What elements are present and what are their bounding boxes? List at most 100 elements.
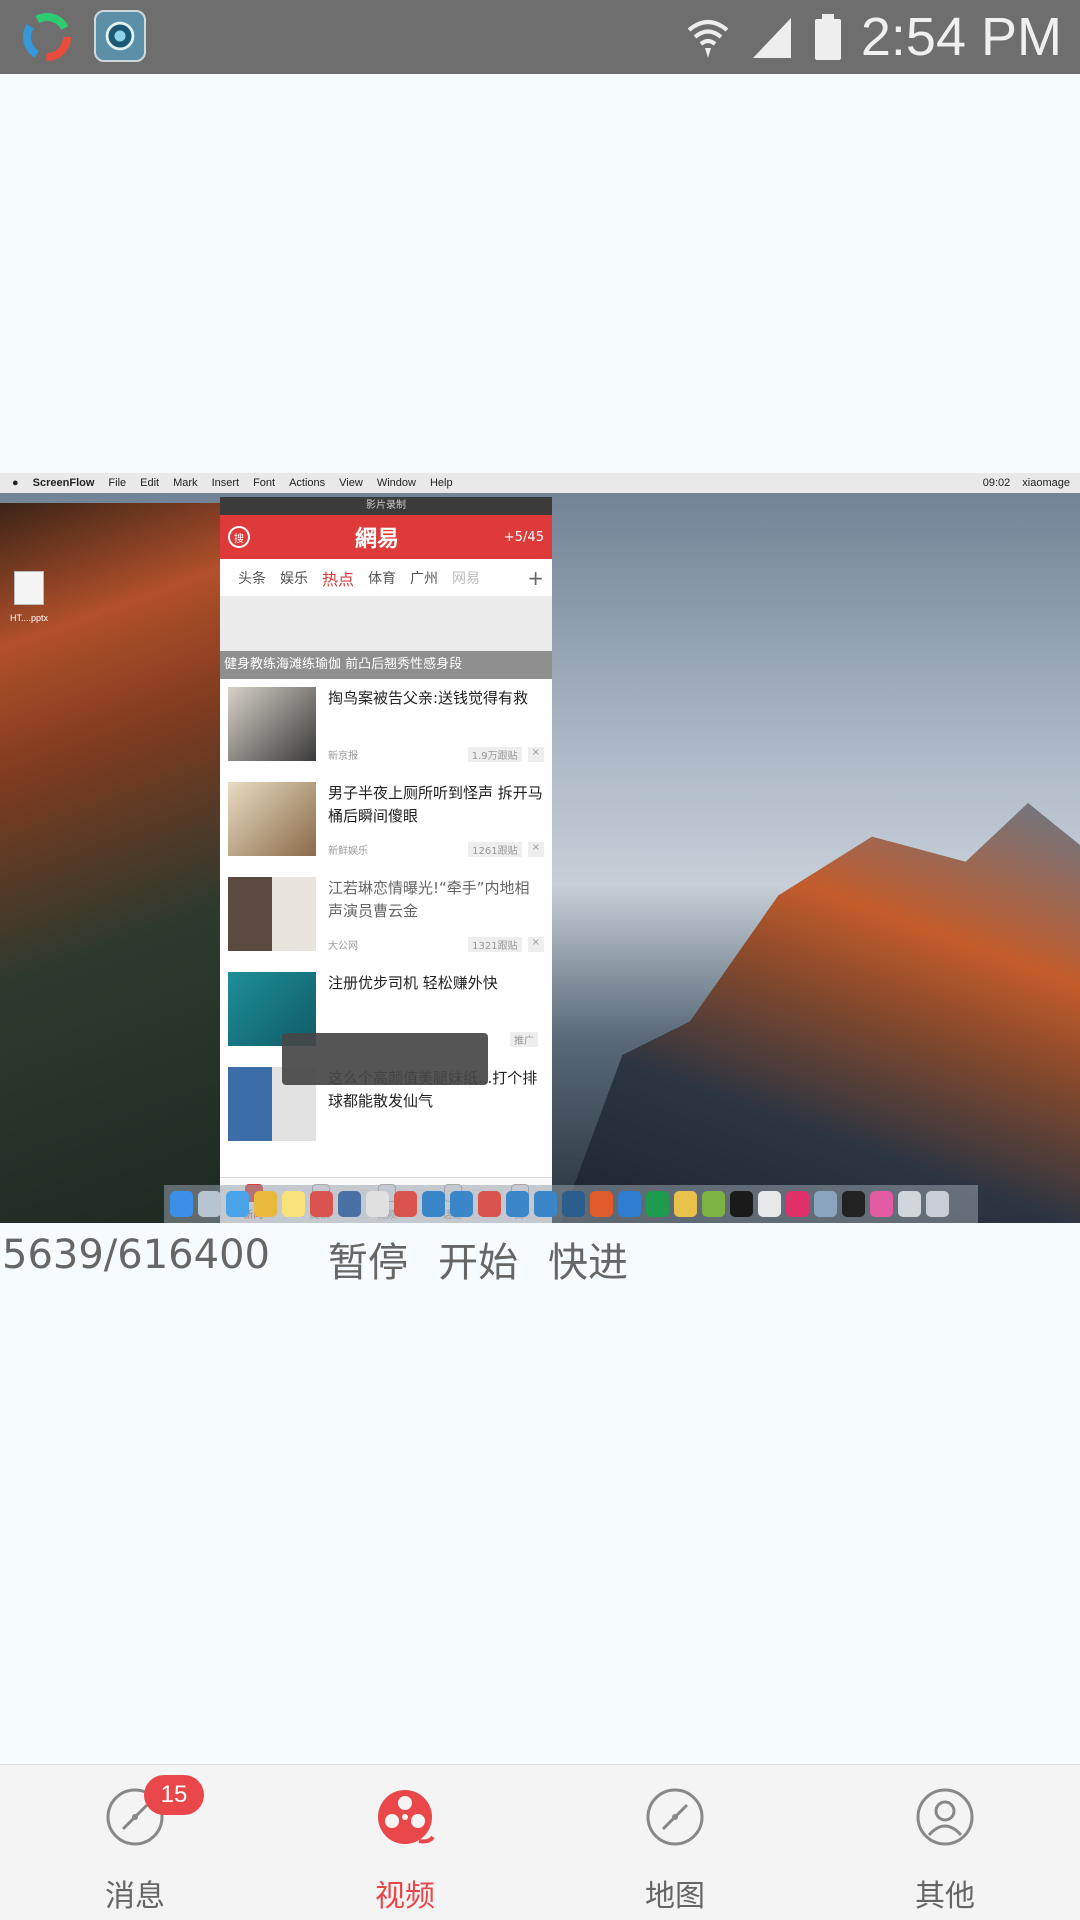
tab-messages[interactable]: 15 消息 <box>0 1765 270 1920</box>
news-title: 男子半夜上厕所听到怪声 拆开马桶后瞬间傻眼 <box>328 784 543 825</box>
clock: 2:54 PM <box>860 7 1062 67</box>
comment-count: 1.9万跟贴 <box>467 747 522 762</box>
close-icon: × <box>527 937 544 952</box>
fast-forward-button[interactable]: 快进 <box>548 1230 628 1288</box>
tab-wangyi: 网易 <box>452 570 481 587</box>
camera-app-icon <box>94 10 146 62</box>
wifi-icon <box>687 20 729 58</box>
menu-item: Mark <box>173 477 198 489</box>
itunes-icon <box>870 1191 893 1217</box>
chrome-icon <box>254 1191 277 1217</box>
news-thumbnail <box>228 877 316 951</box>
pause-button[interactable]: 暂停 <box>328 1230 408 1288</box>
file-label: HT....pptx <box>10 613 49 623</box>
unread-badge: 15 <box>144 1775 204 1815</box>
menu-item: Edit <box>140 477 160 489</box>
app-icon <box>310 1191 333 1217</box>
menu-item: File <box>108 477 127 489</box>
mac-user: xiaomage <box>1022 477 1070 489</box>
mac-clock: 09:02 <box>982 477 1011 489</box>
menu-item: View <box>339 477 363 489</box>
app-icon <box>590 1191 613 1217</box>
user-icon <box>916 1788 974 1846</box>
signal-icon <box>752 18 791 58</box>
menu-item: Window <box>376 477 416 489</box>
tab-redian: 热点 <box>322 569 355 589</box>
news-item: 江若琳恋情曝光!“牵手”内地相声演员曹云金 大公网 1321跟贴 × <box>220 869 552 964</box>
app-icon <box>898 1191 921 1217</box>
video-frame[interactable]: ● ScreenFlow File Edit Mark Insert Font … <box>0 473 1080 1223</box>
wallpaper-mountain <box>560 803 1080 1223</box>
tab-toutiao: 头条 <box>238 570 266 587</box>
safari-icon <box>226 1191 249 1217</box>
banner-caption: 健身教练海滩练瑜伽 前凸后翘秀性感身段 <box>220 651 552 679</box>
film-reel-icon <box>378 1790 435 1844</box>
app-icon <box>562 1191 585 1217</box>
menu-item: Insert <box>211 477 240 489</box>
close-icon: × <box>527 747 544 762</box>
news-source: 大公网 <box>328 941 358 952</box>
add-tab-icon: + <box>527 565 544 590</box>
score: +5/45 <box>503 529 544 545</box>
tab-other[interactable]: 其他 <box>810 1765 1080 1920</box>
ad-label: 推广 <box>510 1032 538 1047</box>
app-launcher-icon <box>23 13 71 61</box>
window-title: 影片录制 <box>220 497 552 515</box>
file-icon <box>14 571 44 605</box>
start-button[interactable]: 开始 <box>438 1230 518 1288</box>
refresh-area <box>220 597 552 651</box>
menu-item: Help <box>429 477 453 489</box>
recorder-popup <box>282 1033 488 1085</box>
mac-dock <box>164 1185 978 1223</box>
app-icon <box>814 1191 837 1217</box>
finder-icon <box>170 1191 193 1217</box>
app-icon <box>786 1191 809 1217</box>
status-bar: 2:54 PM <box>0 0 1080 74</box>
app-icon <box>394 1191 417 1217</box>
tab-map[interactable]: 地图 <box>540 1765 810 1920</box>
tab-yule: 娱乐 <box>280 570 308 587</box>
phone-recording-window: 影片录制 搜 網易 +5/45 头条 娱乐 热点 体育 广州 网易 + 健身教练… <box>220 497 552 1223</box>
comment-count: 1321跟贴 <box>468 937 522 952</box>
close-icon: × <box>527 842 544 857</box>
news-title: 掏鸟案被告父亲:送钱觉得有救 <box>328 689 529 707</box>
app-icon <box>730 1191 753 1217</box>
menu-item: Font <box>253 477 276 489</box>
app-icon <box>758 1191 781 1217</box>
apple-icon: ● <box>12 477 19 489</box>
app-icon <box>422 1191 445 1217</box>
news-source: 新鲜娱乐 <box>328 846 368 857</box>
compass-icon <box>646 1788 704 1846</box>
tab-video[interactable]: 视频 <box>270 1765 540 1920</box>
bottom-tab-bar: 15 消息 视频 地图 其他 <box>0 1764 1080 1920</box>
tab-tiyu: 体育 <box>368 570 397 587</box>
app-icon <box>338 1191 361 1217</box>
search-icon: 搜 <box>228 526 250 548</box>
trash-icon <box>926 1191 949 1217</box>
news-thumbnail <box>228 782 316 856</box>
app-icon <box>366 1191 389 1217</box>
terminal-icon <box>842 1191 865 1217</box>
tab-label: 消息 <box>105 1879 165 1914</box>
news-header: 搜 網易 +5/45 <box>220 515 552 559</box>
comment-count: 1261跟贴 <box>468 842 522 857</box>
tab-label: 地图 <box>645 1879 705 1914</box>
netease-logo: 網易 <box>354 526 399 552</box>
notes-icon <box>282 1191 305 1217</box>
news-title: 注册优步司机 轻松赚外快 <box>328 974 498 992</box>
news-thumbnail <box>228 687 316 761</box>
app-icon <box>646 1191 669 1217</box>
launchpad-icon <box>198 1191 221 1217</box>
app-icon <box>702 1191 725 1217</box>
battery-icon <box>814 14 841 60</box>
tab-label: 视频 <box>375 1879 435 1914</box>
app-icon <box>618 1191 641 1217</box>
app-icon <box>506 1191 529 1217</box>
menu-item: ScreenFlow <box>32 477 95 489</box>
tab-guangzhou: 广州 <box>410 570 439 587</box>
app-icon <box>450 1191 473 1217</box>
news-item: 掏鸟案被告父亲:送钱觉得有救 新京报 1.9万跟贴 × <box>220 679 552 774</box>
news-tabs: 头条 娱乐 热点 体育 广州 网易 + <box>220 559 552 597</box>
news-title: 江若琳恋情曝光!“牵手”内地相声演员曹云金 <box>328 879 530 920</box>
mac-menu-bar: ● ScreenFlow File Edit Mark Insert Font … <box>0 473 1080 493</box>
